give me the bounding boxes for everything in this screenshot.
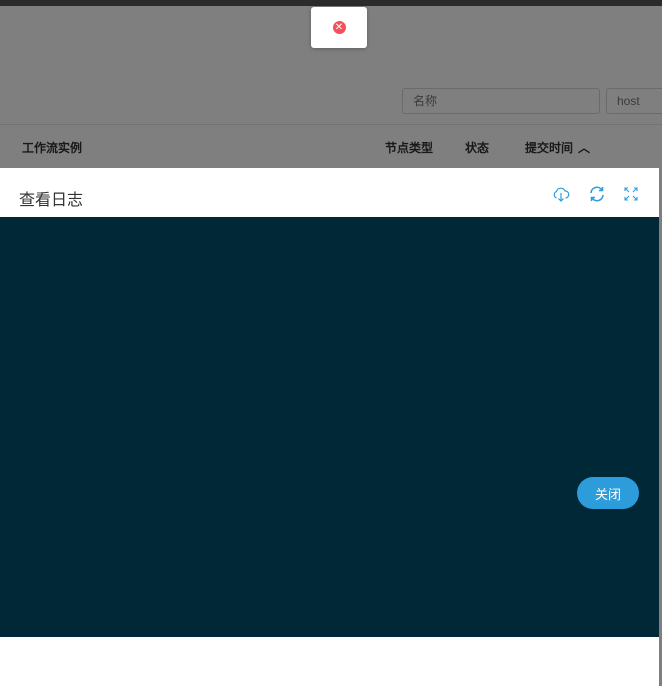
log-content-area[interactable] <box>0 217 659 637</box>
refresh-icon[interactable] <box>588 185 606 203</box>
close-button[interactable]: 关闭 <box>577 477 639 509</box>
dialog-header: 查看日志 <box>0 168 659 217</box>
dialog-title: 查看日志 <box>19 190 84 209</box>
fullscreen-icon[interactable] <box>622 185 640 203</box>
error-toast: ✕ <box>311 7 367 48</box>
dialog-footer <box>0 637 659 686</box>
view-log-dialog: 查看日志 <box>0 168 659 686</box>
error-icon: ✕ <box>332 21 346 34</box>
cloud-download-icon[interactable] <box>552 185 570 203</box>
